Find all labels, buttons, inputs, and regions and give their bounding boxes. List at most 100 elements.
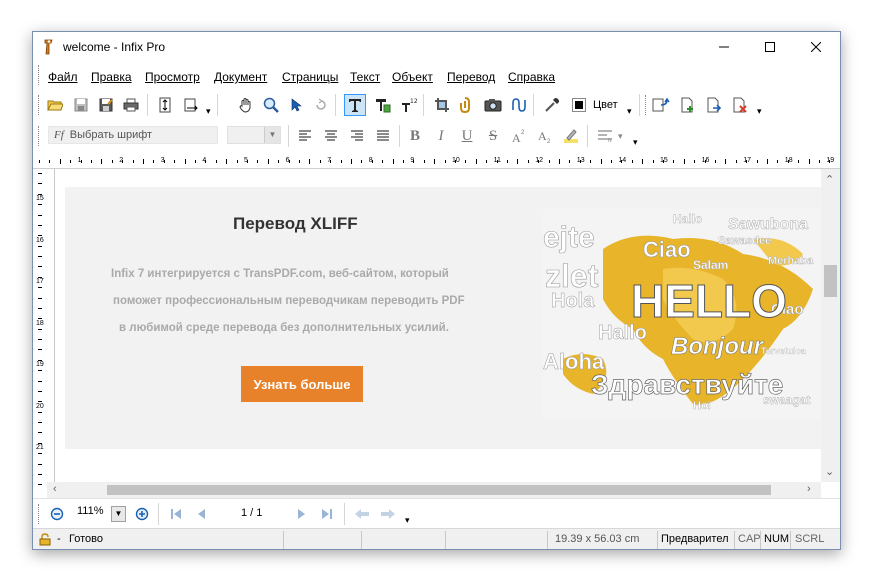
minimize-button[interactable] [701, 32, 747, 62]
ruler-tick [413, 160, 415, 163]
back-icon[interactable] [352, 504, 372, 524]
save-as-icon[interactable] [96, 95, 116, 115]
ruler-tick [80, 160, 82, 163]
extract-page-icon[interactable] [704, 95, 724, 115]
toolbar-grip[interactable] [38, 126, 41, 146]
page-width-icon[interactable] [181, 95, 201, 115]
zoom-out-icon[interactable] [47, 504, 67, 524]
zoom-level[interactable]: 111% [77, 505, 104, 517]
color-label[interactable]: Цвет [593, 99, 618, 111]
ruler-tick [38, 245, 42, 247]
underline-icon[interactable]: U [457, 126, 477, 146]
chevron-down-icon[interactable]: ▾ [405, 515, 410, 526]
bold-icon[interactable]: B [405, 126, 425, 146]
menu-help[interactable]: Справка [508, 70, 555, 84]
toolbar-grip[interactable] [38, 95, 41, 115]
menu-text[interactable]: Текст [350, 70, 380, 84]
toolbar-grip[interactable] [38, 504, 41, 524]
page-size-icon[interactable] [155, 95, 175, 115]
close-button[interactable] [793, 32, 839, 62]
save-icon[interactable] [71, 95, 91, 115]
align-left-icon[interactable] [295, 126, 315, 146]
vertical-scroll-thumb[interactable] [824, 265, 837, 297]
ruler-tick [236, 160, 238, 163]
chevron-down-icon[interactable]: ▾ [618, 131, 623, 142]
rotate-icon[interactable] [311, 95, 331, 115]
toolbar-separator [288, 125, 289, 147]
print-icon[interactable] [121, 95, 141, 115]
camera-icon[interactable] [483, 95, 503, 115]
highlight-icon[interactable] [561, 126, 581, 146]
select-tool-icon[interactable] [286, 95, 306, 115]
font-select[interactable]: Ff Выбрать шрифт [48, 126, 218, 144]
last-page-icon[interactable] [317, 504, 337, 524]
ruler-tick [434, 159, 436, 164]
horizontal-scroll-thumb[interactable] [107, 485, 771, 495]
open-icon[interactable] [45, 95, 65, 115]
ruler-tick [683, 159, 685, 164]
chevron-down-icon[interactable]: ▾ [627, 106, 632, 117]
menu-pages[interactable]: Страницы [282, 70, 338, 84]
ruler-tick [486, 160, 488, 163]
word-sawasdee: Sawasdee [718, 235, 771, 247]
window-title: welcome - Infix Pro [63, 40, 166, 54]
scroll-right-icon[interactable]: › [807, 483, 811, 495]
superscript-text-icon[interactable]: 123 [399, 95, 419, 115]
vertical-scrollbar[interactable]: ⌃ ⌄ [821, 169, 840, 482]
insert-page-icon[interactable] [678, 95, 698, 115]
align-center-icon[interactable] [321, 126, 341, 146]
chevron-down-icon[interactable]: ▾ [757, 106, 762, 117]
delete-page-icon[interactable] [730, 95, 750, 115]
ruler-tick [340, 160, 342, 163]
scroll-left-icon[interactable]: ‹ [53, 483, 57, 495]
text-box-icon[interactable] [373, 95, 393, 115]
hand-tool-icon[interactable] [236, 95, 256, 115]
ruler-tick [70, 160, 72, 163]
menu-edit[interactable]: Правка [91, 70, 132, 84]
page-indicator[interactable]: 1 / 1 [241, 507, 262, 519]
align-justify-icon[interactable] [373, 126, 393, 146]
eyedropper-icon[interactable] [542, 95, 562, 115]
ruler-tick [38, 411, 42, 413]
color-swatch-icon[interactable] [569, 95, 589, 115]
chevron-down-icon[interactable]: ▾ [633, 137, 638, 148]
replace-pages-icon[interactable] [651, 95, 671, 115]
font-size-select[interactable]: ▼ [227, 126, 281, 144]
zoom-tool-icon[interactable] [261, 95, 281, 115]
link-icon[interactable] [457, 95, 477, 115]
superscript-icon[interactable]: A2 [509, 126, 529, 146]
chevron-down-icon[interactable]: ▼ [111, 506, 126, 522]
line-spacing-icon[interactable]: N [595, 126, 615, 146]
forward-icon[interactable] [378, 504, 398, 524]
subscript-icon[interactable]: A2 [535, 126, 555, 146]
ruler-tick [299, 160, 300, 163]
crop-icon[interactable] [432, 95, 452, 115]
toolbar-grip[interactable] [645, 95, 648, 115]
menu-translate[interactable]: Перевод [447, 70, 495, 84]
path-tool-icon[interactable] [509, 95, 529, 115]
zoom-in-icon[interactable] [132, 504, 152, 524]
next-page-icon[interactable] [292, 504, 312, 524]
maximize-button[interactable] [747, 32, 793, 62]
ruler-tick [351, 159, 352, 164]
menu-view[interactable]: Просмотр [145, 70, 200, 84]
italic-icon[interactable]: I [431, 126, 451, 146]
text-tool-icon[interactable] [344, 94, 366, 116]
menu-document[interactable]: Документ [214, 70, 267, 84]
menu-file[interactable]: Файл [48, 70, 78, 84]
horizontal-scrollbar[interactable]: ‹ › [47, 482, 821, 498]
scroll-down-icon[interactable]: ⌄ [825, 465, 834, 478]
ruler-tick [163, 160, 165, 163]
strikethrough-icon[interactable]: S [483, 126, 503, 146]
learn-more-button[interactable]: Узнать больше [241, 366, 363, 402]
ruler-tick [787, 160, 789, 163]
align-right-icon[interactable] [347, 126, 367, 146]
chevron-down-icon[interactable]: ▼ [264, 127, 280, 143]
menu-object[interactable]: Объект [392, 70, 433, 84]
chevron-down-icon[interactable]: ▾ [206, 106, 211, 117]
previous-page-icon[interactable] [191, 504, 211, 524]
scroll-up-icon[interactable]: ⌃ [825, 173, 834, 186]
first-page-icon[interactable] [166, 504, 186, 524]
menu-grip[interactable] [38, 65, 41, 85]
ruler-tick [704, 160, 706, 163]
